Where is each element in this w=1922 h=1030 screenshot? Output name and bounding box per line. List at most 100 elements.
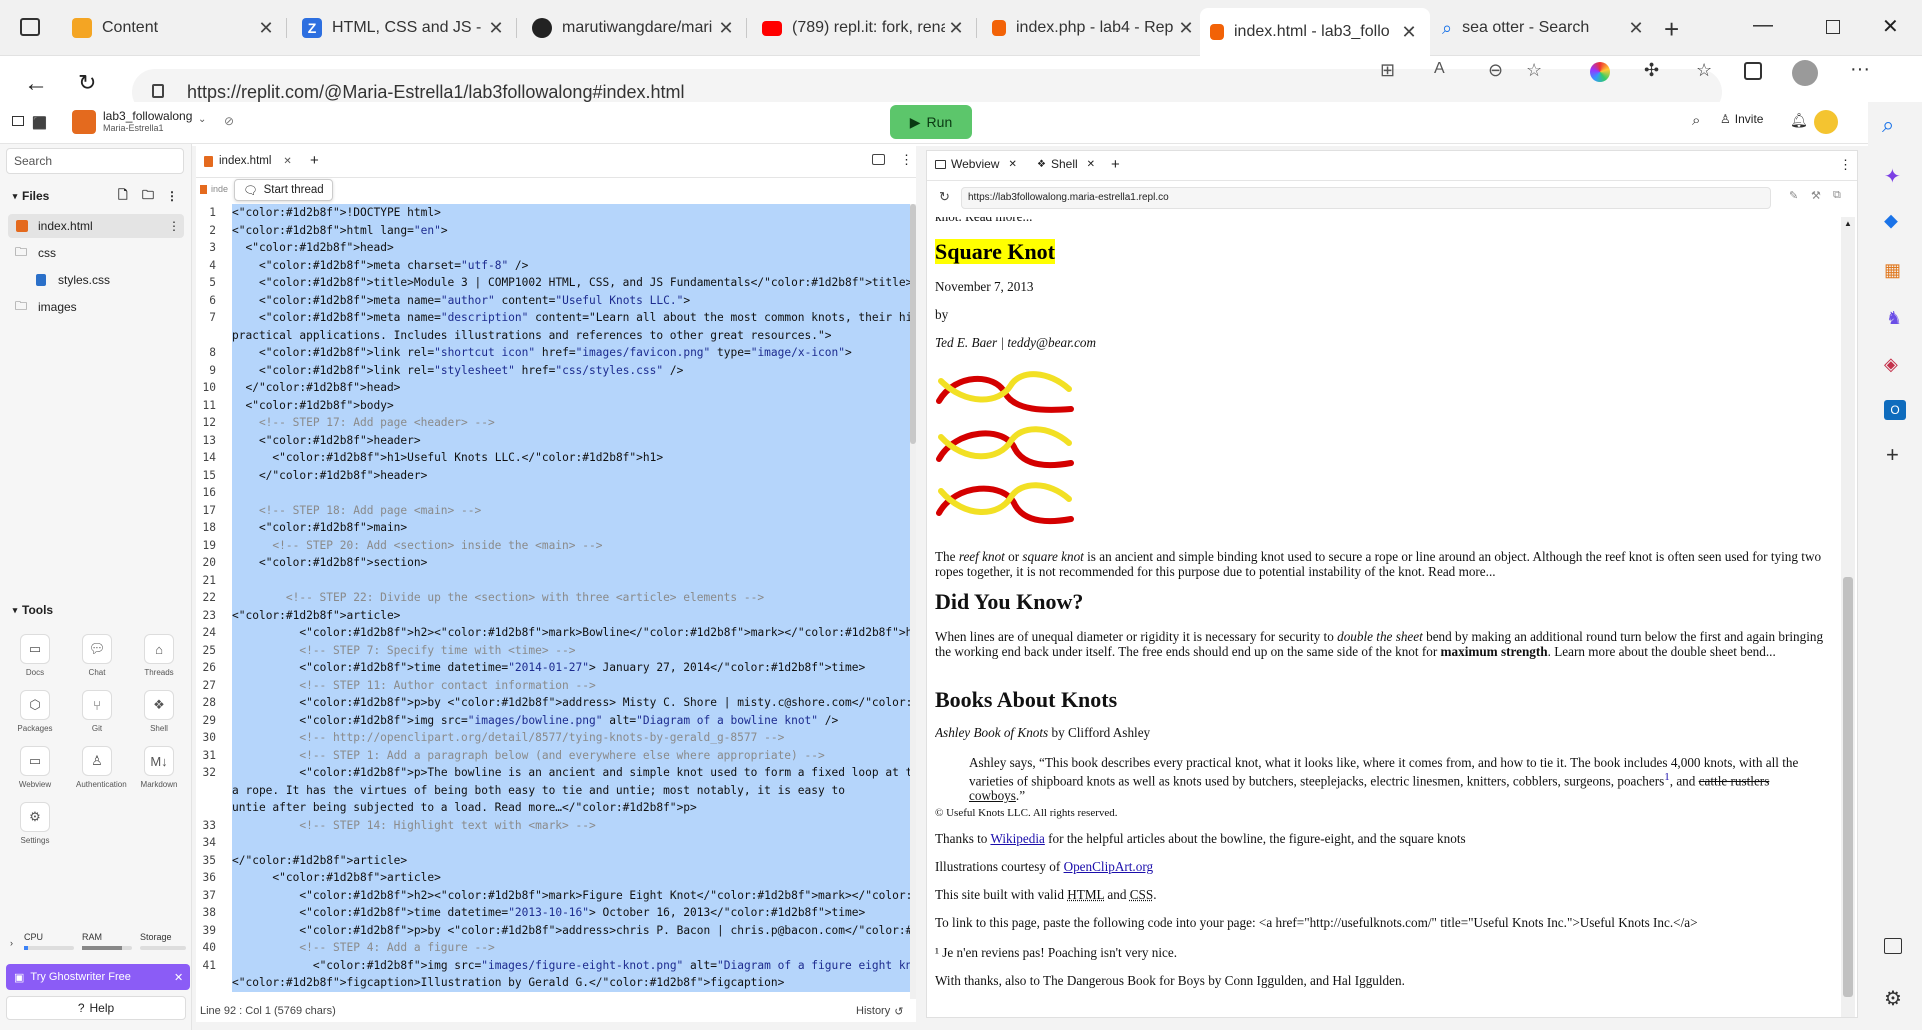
browser-tab-lab4[interactable]: index.php - lab4 - Rep ✕ [982,8,1207,48]
add-tab-icon[interactable]: + [310,152,319,169]
scroll-up-icon[interactable]: ▲ [1844,219,1852,228]
tab-close-icon[interactable]: ✕ [1625,18,1647,39]
add-tab-icon[interactable]: + [1111,156,1120,173]
folder-images[interactable]: 🗀︎ images [8,295,184,319]
code-line[interactable]: 13 <"color:#1d2b8f">header> [196,431,916,449]
code-line[interactable]: 5 <"color:#1d2b8f">title>Module 3 | COMP… [196,274,916,292]
read-aloud-icon[interactable]: A [1434,60,1445,78]
close-icon[interactable]: ✕ [283,156,291,167]
new-folder-icon[interactable]: 🗀︎ [142,186,154,207]
code-line[interactable]: 16 [196,484,916,502]
tool-packages[interactable]: ⬡ Packages [14,690,56,733]
search-input[interactable]: Search [6,148,184,174]
resource-meters[interactable]: › CPU RAM Storage [8,932,188,956]
gear-icon[interactable]: ⚙ [1884,986,1902,1011]
more-icon[interactable]: ⋮ [1839,157,1852,173]
minimize-icon[interactable]: — [1753,14,1773,37]
tool-chat[interactable]: 💬︎ Chat [76,634,118,677]
code-line[interactable]: 18 <"color:#1d2b8f">main> [196,519,916,537]
user-avatar[interactable] [1814,110,1838,134]
editor-tab-index-html[interactable]: index.html ✕ [204,150,292,172]
browser-tab-search[interactable]: ⌕ sea otter - Search ✕ [1432,8,1657,48]
invite-button[interactable]: ♙ Invite [1720,112,1763,126]
folder-css[interactable]: 🗀︎ css [8,241,184,265]
shopping-tag-icon[interactable]: ⬥ [1884,210,1898,233]
start-thread-button[interactable]: 🗨︎ Start thread [234,179,333,201]
tab-close-icon[interactable]: ✕ [255,18,277,39]
hide-sidebar-icon[interactable] [1884,938,1902,954]
tab-close-icon[interactable]: ✕ [1398,22,1420,43]
close-icon[interactable]: ✕ [1008,159,1016,170]
color-extension-icon[interactable] [1590,62,1610,82]
back-icon[interactable]: ← [24,70,48,98]
more-menu-icon[interactable]: ··· [1850,58,1870,81]
browser-tab-youtube[interactable]: (789) repl.it: fork, rena ✕ [752,8,977,48]
games-icon[interactable]: ♞ [1886,308,1902,329]
code-line[interactable]: 30 <!-- http://openclipart.org/detail/85… [196,729,916,747]
code-line[interactable]: 22 <!-- STEP 22: Divide up the <section>… [196,589,916,607]
new-file-icon[interactable]: 🗋︎ [118,186,128,207]
code-line[interactable]: 6 <"color:#1d2b8f">meta name="author" co… [196,291,916,309]
tab-shell[interactable]: ❖ Shell ✕ [1037,157,1095,171]
puzzle-icon[interactable]: ✣ [1644,60,1659,81]
browser-tab-content[interactable]: Content ✕ [62,8,287,48]
tool-threads[interactable]: ⌂ Threads [138,634,180,677]
favorites-icon[interactable]: ☆ [1696,60,1712,81]
layout-icon[interactable] [872,154,885,165]
code-line[interactable]: 9 <"color:#1d2b8f">link rel="stylesheet"… [196,361,916,379]
app-available-icon[interactable]: ⊞ [1380,60,1395,81]
history-button[interactable]: History ↺ [856,1005,903,1018]
search-icon[interactable]: ⌕ [1882,112,1894,138]
code-line[interactable]: 4 <"color:#1d2b8f">meta charset="utf-8" … [196,256,916,274]
code-line[interactable]: 25 <!-- STEP 7: Specify time with <time>… [196,641,916,659]
collections-icon[interactable] [1744,62,1762,80]
code-line[interactable]: 19 <!-- STEP 20: Add <section> inside th… [196,536,916,554]
browser-tab-lab3-active[interactable]: index.html - lab3_follo ✕ [1200,8,1430,56]
code-line[interactable]: 2 <"color:#1d2b8f">html lang="en"> [196,221,916,239]
code-line[interactable]: 10 </"color:#1d2b8f">head> [196,379,916,397]
file-styles-css[interactable]: styles.css [30,268,184,292]
webview-url-input[interactable]: https://lab3followalong.maria-estrella1.… [961,187,1771,209]
code-line[interactable]: 32 <"color:#1d2b8f">p>The bowline is an … [196,764,916,817]
code-line[interactable]: 26 <"color:#1d2b8f">time datetime="2014-… [196,659,916,677]
code-line[interactable]: 8 <"color:#1d2b8f">link rel="shortcut ic… [196,344,916,362]
tool-markdown[interactable]: M↓ Markdown [138,746,180,789]
notification-bell-icon[interactable]: 🔔︎ [1790,112,1808,129]
code-line[interactable]: 11 <"color:#1d2b8f">body> [196,396,916,414]
code-line[interactable]: 1 <"color:#1d2b8f">!DOCTYPE html> [196,204,916,222]
tools-header[interactable]: ▾ Tools [8,598,184,622]
tool-docs[interactable]: ▭ Docs [14,634,56,677]
editor-scrollbar[interactable] [910,204,916,999]
tool-webview[interactable]: ▭ Webview [14,746,56,789]
replit-logo-icon[interactable]: ⬛ [32,116,47,130]
code-line[interactable]: 27 <!-- STEP 11: Author contact informat… [196,676,916,694]
open-new-tab-icon[interactable]: ⧉ [1833,189,1841,202]
code-line[interactable]: 38 <"color:#1d2b8f">time datetime="2013-… [196,904,916,922]
more-icon[interactable]: ⋮ [168,219,180,233]
zoom-icon[interactable]: ⊖ [1488,60,1503,81]
add-icon[interactable]: + [1886,442,1899,468]
code-line[interactable]: 29 <"color:#1d2b8f">img src="images/bowl… [196,711,916,729]
code-line[interactable]: 7 <"color:#1d2b8f">meta name="descriptio… [196,309,916,344]
tab-close-icon[interactable]: ✕ [1175,18,1197,39]
run-button[interactable]: ▶ Run [890,105,972,139]
repl-name[interactable]: lab3_followalong [103,109,192,123]
wikipedia-link[interactable]: Wikipedia [990,831,1044,846]
code-line[interactable]: 3 <"color:#1d2b8f">head> [196,239,916,257]
code-line[interactable]: 40 <!-- STEP 4: Add a figure --> [196,939,916,957]
toolbox-icon[interactable]: ▦ [1884,260,1901,281]
code-line[interactable]: 35 </"color:#1d2b8f">article> [196,851,916,869]
tab-close-icon[interactable]: ✕ [945,18,967,39]
code-line[interactable]: 24 <"color:#1d2b8f">h2><"color:#1d2b8f">… [196,624,916,642]
code-line[interactable]: 34 [196,834,916,852]
code-line[interactable]: 36 <"color:#1d2b8f">article> [196,869,916,887]
code-line[interactable]: 20 <"color:#1d2b8f">section> [196,554,916,572]
code-line[interactable]: 31 <!-- STEP 1: Add a paragraph below (a… [196,746,916,764]
edit-icon[interactable]: ✎ [1789,189,1798,202]
code-line[interactable]: 15 </"color:#1d2b8f">header> [196,466,916,484]
browser-tab-github[interactable]: marutiwangdare/mari ✕ [522,8,747,48]
refresh-icon[interactable]: ↻ [78,70,96,96]
outlook-icon[interactable]: O [1884,400,1906,420]
tool-git[interactable]: ⑂ Git [76,690,118,733]
chevron-down-icon[interactable]: ⌄ [198,114,206,125]
